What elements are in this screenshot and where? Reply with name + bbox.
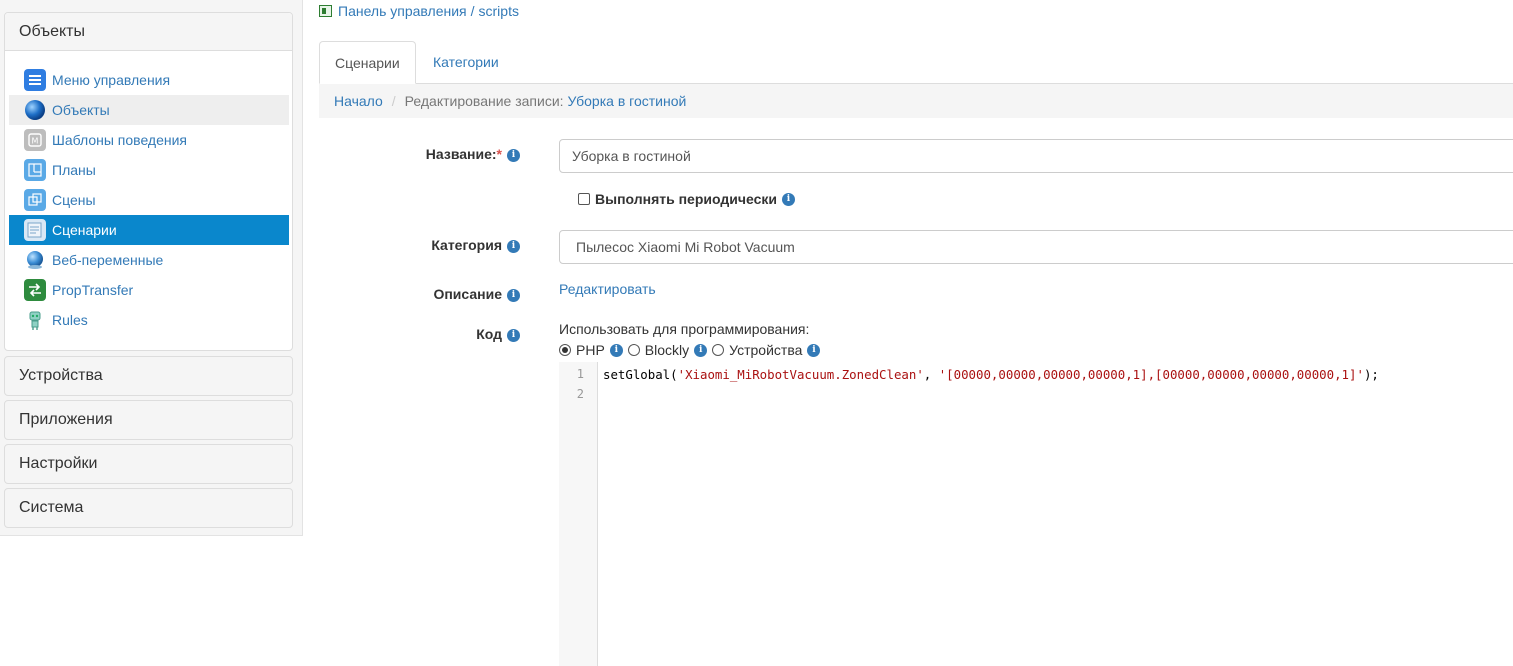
sidebar-item-label: Веб-переменные [52, 252, 164, 268]
sidebar-item-plans[interactable]: Планы [9, 155, 289, 185]
periodic-checkbox-row: Выполнять периодически i [578, 191, 795, 207]
description-label-group: Описание i [320, 286, 520, 302]
tab-scripts[interactable]: Сценарии [319, 41, 416, 84]
control-panel-link[interactable]: Панель управления [338, 3, 467, 19]
panel-heading-objects[interactable]: Объекты [5, 13, 292, 51]
sidebar-item-scripts[interactable]: Сценарии [9, 215, 289, 245]
sidebar-item-rules[interactable]: Rules [9, 305, 289, 335]
breadcrumb-editing-text: Редактирование записи: [404, 93, 564, 109]
mode-php-option[interactable]: PHP i [559, 342, 623, 358]
code-function: setGlobal( [603, 367, 678, 382]
info-icon[interactable]: i [807, 343, 821, 357]
category-label-group: Категория i [320, 237, 520, 253]
mode-blockly-label: Blockly [644, 342, 690, 358]
code-string-arg: '[00000,00000,00000,00000,1],[00000,0000… [938, 367, 1364, 382]
panel-devices[interactable]: Устройства [4, 356, 293, 396]
periodic-label: Выполнять периодически [595, 191, 777, 207]
sidebar-item-label: Планы [52, 162, 96, 178]
mode-blockly-radio[interactable] [627, 344, 640, 356]
top-breadcrumb: Панель управления / scripts [319, 3, 519, 19]
name-input-value: Уборка в гостиной [572, 148, 691, 164]
breadcrumb: Начало / Редактирование записи: Уборка в… [319, 84, 1513, 118]
required-mark: * [496, 146, 502, 162]
sidebar-item-label: Rules [52, 312, 88, 328]
sidebar-item-web-variables[interactable]: Веб-переменные [9, 245, 289, 275]
template-icon: M [24, 129, 46, 151]
svg-text:M: M [32, 137, 39, 146]
sidebar-item-label: Меню управления [52, 72, 171, 88]
info-icon[interactable]: i [507, 288, 520, 302]
sidebar-item-control-menu[interactable]: Меню управления [9, 65, 289, 95]
scripts-module-link[interactable]: scripts [479, 3, 519, 19]
sidebar-item-proptransfer[interactable]: PropTransfer [9, 275, 289, 305]
exit-door-icon [319, 5, 332, 17]
scenes-icon [24, 189, 46, 211]
panel-heading-system: Система [19, 499, 84, 516]
code-comma: , [923, 367, 939, 382]
name-label-group: Название:* i [320, 146, 520, 162]
sidebar-item-templates[interactable]: M Шаблоны поведения [9, 125, 289, 155]
panel-settings[interactable]: Настройки [4, 444, 293, 484]
menu-objects: Меню управления Объекты M Шаблоны поведе… [9, 65, 289, 335]
tab-categories[interactable]: Категории [418, 41, 514, 83]
code-label: Код [476, 326, 502, 342]
code-line[interactable]: setGlobal('Xiaomi_MiRobotVacuum.ZonedCle… [603, 367, 1379, 382]
info-icon[interactable]: i [507, 328, 520, 342]
info-icon[interactable]: i [507, 148, 520, 162]
panel-heading-settings: Настройки [19, 455, 98, 472]
transfer-icon [24, 279, 46, 301]
name-input[interactable]: Уборка в гостиной [559, 139, 1513, 173]
sidebar-item-label: PropTransfer [52, 282, 134, 298]
name-label: Название: [425, 146, 497, 162]
programming-mode-group: PHP i Blockly i Устройства i [559, 342, 825, 358]
description-label: Описание [433, 286, 502, 302]
panel-objects: Объекты Меню управления Объекты M Шаблон… [4, 12, 293, 351]
sidebar-item-label: Объекты [52, 102, 110, 118]
web-globe-icon [24, 249, 46, 271]
menu-icon [24, 69, 46, 91]
sidebar-item-label: Шаблоны поведения [52, 132, 188, 148]
programming-label: Использовать для программирования: [559, 321, 810, 337]
robot-icon [24, 309, 46, 331]
info-icon[interactable]: i [609, 343, 623, 357]
breadcrumb-record-link[interactable]: Уборка в гостиной [568, 93, 687, 109]
breadcrumb-separator: / [391, 93, 396, 109]
sidebar-item-label: Сценарии [52, 222, 117, 238]
mode-devices-radio[interactable] [712, 344, 725, 356]
info-icon[interactable]: i [694, 343, 708, 357]
panel-applications[interactable]: Приложения [4, 400, 293, 440]
code-end: ); [1363, 367, 1379, 382]
breadcrumb-separator: / [470, 3, 475, 19]
panel-system[interactable]: Система [4, 488, 293, 528]
mode-php-radio[interactable] [559, 344, 571, 356]
editor-gutter: 1 2 [559, 362, 598, 666]
sidebar-item-scenes[interactable]: Сцены [9, 185, 289, 215]
mode-php-label: PHP [576, 342, 605, 358]
edit-description-link[interactable]: Редактировать [559, 281, 656, 297]
tabs: Сценарии Категории [319, 41, 1513, 84]
code-editor[interactable]: 1 2 setGlobal('Xiaomi_MiRobotVacuum.Zone… [559, 362, 1513, 666]
line-number: 2 [576, 387, 584, 401]
panel-heading-applications: Приложения [19, 411, 113, 428]
category-select-value: Пылесос Xiaomi Mi Robot Vacuum [576, 239, 795, 255]
periodic-checkbox[interactable] [578, 193, 590, 205]
sidebar-item-label: Сцены [52, 192, 96, 208]
globe-icon [24, 99, 46, 121]
mode-devices-label: Устройства [729, 342, 803, 358]
plan-icon [24, 159, 46, 181]
category-select[interactable]: Пылесос Xiaomi Mi Robot Vacuum [559, 230, 1513, 264]
sidebar: Объекты Меню управления Объекты M Шаблон… [0, 0, 303, 536]
code-string-arg: 'Xiaomi_MiRobotVacuum.ZonedClean' [677, 367, 924, 382]
breadcrumb-home-link[interactable]: Начало [334, 93, 383, 109]
info-icon[interactable]: i [782, 192, 795, 206]
mode-blockly-option[interactable]: Blockly i [627, 342, 708, 358]
info-icon[interactable]: i [507, 239, 520, 253]
sidebar-item-objects[interactable]: Объекты [9, 95, 289, 125]
mode-devices-option[interactable]: Устройства i [712, 342, 821, 358]
scripts-icon [24, 219, 46, 241]
code-label-group: Код i [320, 326, 520, 342]
line-number: 1 [576, 367, 584, 381]
panel-heading-devices: Устройства [19, 367, 103, 384]
category-label: Категория [431, 237, 502, 253]
